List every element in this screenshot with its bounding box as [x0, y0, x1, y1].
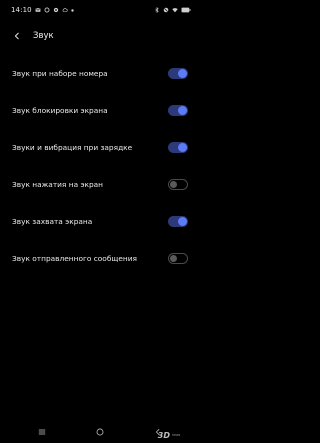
toggle-knob [178, 143, 187, 152]
navigation-bar: 3D news [0, 420, 200, 443]
toggle-switch[interactable] [168, 216, 188, 227]
toggle-switch[interactable] [168, 253, 188, 264]
toggle-switch[interactable] [168, 105, 188, 116]
toggle-switch[interactable] [168, 179, 188, 190]
toggle-knob [170, 255, 177, 262]
setting-label: Звук блокировки экрана [12, 106, 108, 115]
setting-row-dial-sound[interactable]: Звук при наборе номера [0, 55, 200, 92]
battery-icon [181, 7, 191, 13]
status-bar: 14:10 [0, 0, 200, 20]
settings-icon [53, 7, 58, 13]
setting-label: Звук отправленного сообщения [12, 254, 137, 263]
toggle-switch[interactable] [168, 142, 188, 153]
no-sim-icon [163, 7, 169, 13]
page-title: Звук [33, 31, 54, 41]
watermark: 3D news [158, 431, 194, 440]
setting-row-message-sent-sound[interactable]: Звук отправленного сообщения [0, 240, 200, 277]
setting-label: Звук при наборе номера [12, 69, 108, 78]
recents-button[interactable] [35, 425, 49, 439]
setting-label: Звук нажатия на экран [12, 180, 104, 189]
bluetooth-icon [155, 7, 159, 13]
toggle-switch[interactable] [168, 68, 188, 79]
dot-icon [70, 8, 74, 12]
back-button[interactable] [7, 26, 27, 46]
toggle-knob [178, 217, 187, 226]
cloud-icon [62, 8, 68, 12]
sync-icon [44, 7, 50, 13]
home-button[interactable] [93, 425, 107, 439]
status-time: 14:10 [11, 6, 32, 14]
watermark-logo: 3D [157, 431, 170, 440]
home-icon [96, 428, 104, 436]
status-left: 14:10 [11, 6, 74, 14]
settings-list: Звук при наборе номера Звук блокировки э… [0, 55, 200, 277]
setting-row-lock-sound[interactable]: Звук блокировки экрана [0, 92, 200, 129]
setting-label: Звуки и вибрация при зарядке [12, 143, 133, 152]
header: Звук [0, 26, 200, 46]
setting-label: Звук захвата экрана [12, 217, 93, 226]
back-arrow-icon [14, 32, 19, 40]
setting-row-screenshot-sound[interactable]: Звук захвата экрана [0, 203, 200, 240]
toggle-knob [170, 181, 177, 188]
setting-row-charging-sound[interactable]: Звуки и вибрация при зарядке [0, 129, 200, 166]
toggle-knob [178, 69, 187, 78]
setting-row-touch-sound[interactable]: Звук нажатия на экран [0, 166, 200, 203]
toggle-knob [178, 106, 187, 115]
watermark-caption: news [172, 432, 181, 437]
mail-icon [35, 7, 41, 12]
wifi-icon [172, 8, 178, 13]
menu-icon [38, 429, 46, 435]
status-right [154, 7, 191, 13]
